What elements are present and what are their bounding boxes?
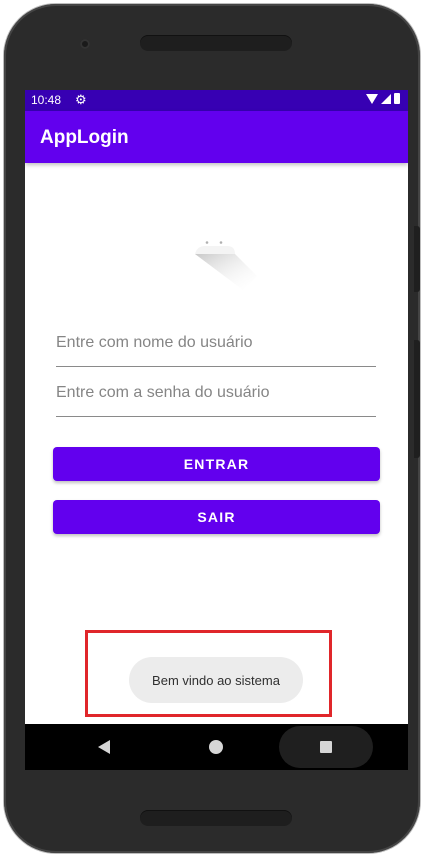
enter-button[interactable]: ENTRAR — [53, 447, 380, 481]
battery-icon — [394, 93, 400, 104]
app-title: AppLogin — [40, 127, 129, 148]
signal-icon — [381, 93, 391, 104]
password-input[interactable] — [56, 376, 376, 417]
app-bar: AppLogin — [25, 111, 408, 163]
app-logo-icon — [195, 241, 257, 290]
screen: 10:48 ⚙ AppLogin ENTR — [25, 90, 408, 770]
front-camera — [80, 39, 90, 49]
status-icons — [366, 93, 400, 104]
status-time: 10:48 — [31, 93, 62, 107]
gear-icon: ⚙ — [75, 92, 87, 107]
username-input[interactable] — [56, 326, 376, 367]
top-speaker — [140, 35, 292, 51]
toast-message: Bem vindo ao sistema — [129, 657, 303, 703]
wifi-icon — [366, 93, 378, 104]
home-icon[interactable] — [209, 740, 223, 754]
status-bar: 10:48 ⚙ — [25, 90, 408, 111]
exit-button[interactable]: SAIR — [53, 500, 380, 534]
phone-frame: 10:48 ⚙ AppLogin ENTR — [4, 4, 420, 853]
volume-button — [414, 226, 420, 292]
back-icon[interactable] — [98, 740, 110, 754]
power-button — [414, 340, 420, 458]
recent-apps-icon[interactable] — [320, 741, 332, 753]
navigation-bar — [25, 724, 408, 770]
bottom-speaker — [140, 810, 292, 826]
